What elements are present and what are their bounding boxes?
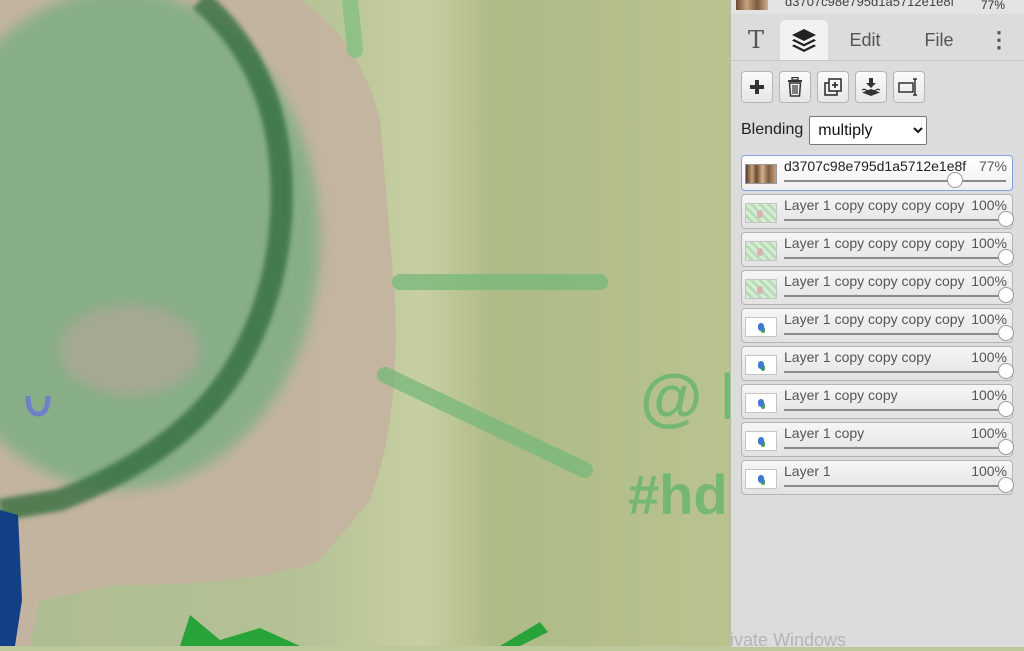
canvas-handle-text: @ l <box>640 361 730 433</box>
layer-row[interactable]: Layer 1 copy copy copy 100% <box>741 346 1014 381</box>
duplicate-layer-button[interactable] <box>817 71 849 103</box>
layer-thumbnail <box>745 317 777 337</box>
merge-down-button[interactable] <box>855 71 887 103</box>
layer-opacity-value: 100% <box>971 311 1007 327</box>
layer-thumbnail <box>745 355 777 375</box>
layer-name: d3707c98e795d1a5712e1e8f <box>784 158 967 174</box>
layer-thumbnail <box>745 203 777 223</box>
rename-icon <box>898 78 917 96</box>
tab-file-label: File <box>924 29 954 50</box>
layer-row[interactable]: d3707c98e795d1a5712e1e8f 77% <box>741 155 1013 191</box>
opacity-slider[interactable] <box>784 211 1014 227</box>
bright-green-stroke <box>180 615 300 646</box>
tab-edit-label: Edit <box>849 29 881 50</box>
layers-icon <box>792 29 816 52</box>
opacity-slider[interactable] <box>784 249 1014 265</box>
green-stroke-top <box>342 0 363 58</box>
layer-row[interactable]: Layer 1 copy copy 100% <box>741 384 1014 419</box>
opacity-slider-thumb[interactable] <box>998 249 1014 265</box>
layer-row[interactable]: Layer 1 copy copy copy copy 100% <box>741 194 1014 229</box>
duplicate-icon <box>824 78 842 96</box>
layers-tab-content: Blending multiply d3707c98e795d1a5712e1e… <box>731 60 1024 647</box>
delete-layer-button[interactable] <box>779 71 811 103</box>
drawing-canvas[interactable]: @ l #hd <box>0 0 730 646</box>
layer-opacity-value: 77% <box>978 158 1007 174</box>
more-vertical-icon: ⋮ <box>988 27 1010 52</box>
layer-row[interactable]: Layer 1 copy copy copy copy 100% <box>741 232 1014 267</box>
layer-opacity-value: 100% <box>971 387 1007 403</box>
header-thumbnail <box>736 0 768 10</box>
trash-icon <box>788 77 802 97</box>
opacity-slider[interactable] <box>784 363 1014 379</box>
layer-name: Layer 1 copy copy <box>784 387 898 403</box>
layer-thumbnail <box>745 393 777 413</box>
opacity-slider-thumb[interactable] <box>946 172 963 188</box>
layers-panel: d3707c98e795d1a5712e1e8f 77% T Edit File… <box>730 0 1024 647</box>
layer-opacity-value: 100% <box>971 349 1007 365</box>
opacity-slider-thumb[interactable] <box>998 477 1014 493</box>
layer-opacity-value: 100% <box>971 197 1007 213</box>
header-layer-name: d3707c98e795d1a5712e1e8f <box>785 0 955 9</box>
tab-layers[interactable] <box>780 20 828 60</box>
layer-thumbnail <box>745 164 777 184</box>
canvas-artwork <box>0 0 608 646</box>
layer-name: Layer 1 copy copy copy <box>784 349 932 365</box>
layer-thumbnail <box>745 431 777 451</box>
blending-label: Blending <box>741 121 804 138</box>
opacity-slider-thumb[interactable] <box>998 439 1014 455</box>
header-opacity: 77% <box>980 0 1005 12</box>
more-menu-button[interactable]: ⋮ <box>988 20 1010 60</box>
blending-row: Blending multiply <box>741 115 928 145</box>
opacity-slider[interactable] <box>784 287 1014 303</box>
merge-down-icon <box>861 78 881 96</box>
plus-icon <box>750 80 764 94</box>
layer-opacity-value: 100% <box>971 425 1007 441</box>
layer-thumbnail <box>745 279 777 299</box>
layer-thumbnail <box>745 241 777 261</box>
layer-name: Layer 1 copy copy copy copy <box>784 235 965 251</box>
layer-row[interactable]: Layer 1 copy 100% <box>741 422 1014 457</box>
tab-edit[interactable]: Edit <box>839 20 891 60</box>
opacity-slider-thumb[interactable] <box>998 363 1014 379</box>
tab-text[interactable]: T <box>739 20 773 60</box>
canvas-hashtag-text: #hd <box>628 463 728 526</box>
opacity-slider[interactable] <box>784 325 1014 341</box>
opacity-slider[interactable] <box>784 439 1014 455</box>
green-stroke-diagonal <box>377 367 593 478</box>
layer-name: Layer 1 copy copy copy copy <box>784 197 965 213</box>
opacity-slider-thumb[interactable] <box>998 325 1014 341</box>
panel-header-strip: d3707c98e795d1a5712e1e8f 77% <box>731 0 1024 14</box>
opacity-slider[interactable] <box>784 477 1014 493</box>
opacity-slider-thumb[interactable] <box>998 287 1014 303</box>
opacity-slider[interactable] <box>784 172 1006 188</box>
layer-row[interactable]: Layer 1 copy copy copy copy 100% <box>741 308 1014 343</box>
layer-name: Layer 1 copy copy copy copy <box>784 273 965 289</box>
opacity-slider[interactable] <box>784 401 1014 417</box>
tab-file[interactable]: File <box>917 20 961 60</box>
layer-opacity-value: 100% <box>971 235 1007 251</box>
opacity-slider-thumb[interactable] <box>998 211 1014 227</box>
add-layer-button[interactable] <box>741 71 773 103</box>
layer-list: d3707c98e795d1a5712e1e8f 77% Layer 1 cop… <box>741 155 1014 498</box>
panel-tabs: T Edit File ⋮ <box>731 18 1024 60</box>
layer-opacity-value: 100% <box>971 463 1007 479</box>
activate-windows-watermark: ivate Windows <box>730 630 847 650</box>
layer-row[interactable]: Layer 1 100% <box>741 460 1014 495</box>
layer-opacity-value: 100% <box>971 273 1007 289</box>
layer-name: Layer 1 <box>784 463 831 479</box>
text-tool-icon: T <box>747 26 764 54</box>
layer-name: Layer 1 copy <box>784 425 865 441</box>
opacity-slider-thumb[interactable] <box>998 401 1014 417</box>
rename-layer-button[interactable] <box>893 71 925 103</box>
layer-thumbnail <box>745 469 777 489</box>
layer-name: Layer 1 copy copy copy copy <box>784 311 965 327</box>
layer-row[interactable]: Layer 1 copy copy copy copy 100% <box>741 270 1014 305</box>
blending-mode-select[interactable]: multiply <box>809 115 928 145</box>
